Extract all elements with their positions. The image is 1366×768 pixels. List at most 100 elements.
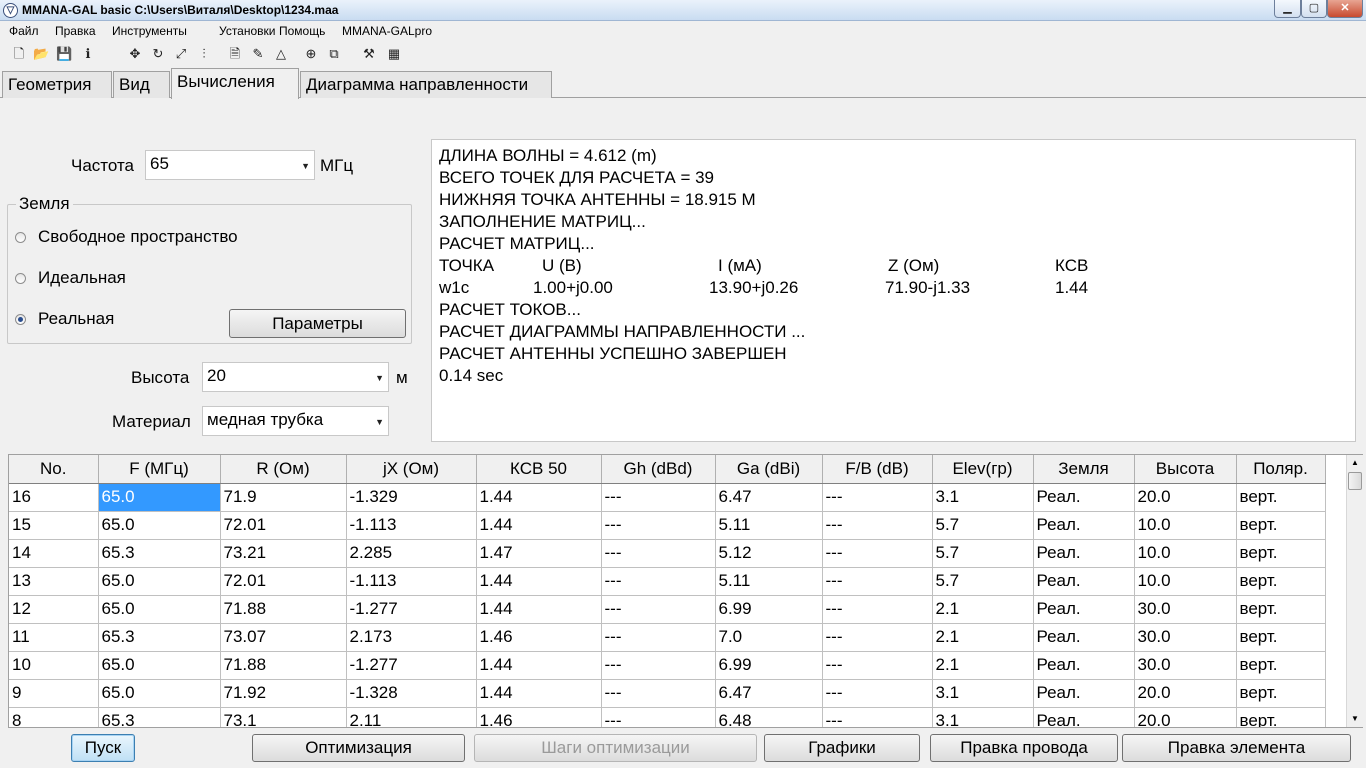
scroll-thumb[interactable] bbox=[1348, 472, 1362, 490]
table-cell[interactable]: 11 bbox=[9, 623, 99, 652]
rotate-icon[interactable]: ↻ bbox=[150, 46, 166, 62]
table-cell[interactable]: 71.92 bbox=[220, 679, 347, 708]
table-cell[interactable]: 10.0 bbox=[1134, 511, 1237, 540]
table-cell[interactable]: --- bbox=[822, 651, 933, 680]
table-cell[interactable]: 72.01 bbox=[220, 511, 347, 540]
start-button[interactable]: Пуск bbox=[71, 734, 135, 762]
table-cell[interactable]: 2.1 bbox=[932, 623, 1034, 652]
table-cell[interactable]: --- bbox=[601, 539, 716, 568]
table-cell[interactable]: 73.21 bbox=[220, 539, 347, 568]
table-cell[interactable]: --- bbox=[822, 539, 933, 568]
table-cell[interactable]: --- bbox=[601, 623, 716, 652]
table-cell[interactable]: 65.3 bbox=[98, 623, 221, 652]
table-cell[interactable]: 1.44 bbox=[476, 483, 602, 512]
column-header[interactable]: F/B (dB) bbox=[822, 455, 933, 484]
table-cell[interactable]: Реал. bbox=[1033, 651, 1135, 680]
table-cell[interactable]: 2.11 bbox=[346, 707, 477, 727]
table-cell[interactable]: --- bbox=[601, 595, 716, 624]
table-cell[interactable]: --- bbox=[601, 483, 716, 512]
maximize-button[interactable]: ▢ bbox=[1301, 0, 1327, 18]
column-header[interactable]: Gh (dBd) bbox=[601, 455, 716, 484]
optimization-steps-button[interactable]: Шаги оптимизации bbox=[474, 734, 757, 762]
table-cell[interactable]: 3.1 bbox=[932, 679, 1034, 708]
table-cell[interactable]: верт. bbox=[1236, 511, 1326, 540]
menu-file[interactable]: Файл bbox=[9, 24, 39, 38]
tab-view[interactable]: Вид bbox=[113, 71, 170, 98]
table-cell[interactable]: Реал. bbox=[1033, 595, 1135, 624]
height-combo[interactable]: 20 ▼ bbox=[202, 362, 389, 392]
table-cell[interactable]: --- bbox=[601, 651, 716, 680]
table-cell[interactable]: 15 bbox=[9, 511, 99, 540]
menu-edit[interactable]: Правка bbox=[55, 24, 96, 38]
parameters-button[interactable]: Параметры bbox=[229, 309, 406, 338]
triangle-icon[interactable]: △ bbox=[273, 46, 289, 62]
edit-wire-button[interactable]: Правка провода bbox=[930, 734, 1118, 762]
table-cell[interactable]: 1.44 bbox=[476, 679, 602, 708]
table-cell[interactable]: -1.277 bbox=[346, 595, 477, 624]
info-icon[interactable]: ℹ bbox=[80, 46, 96, 62]
table-cell[interactable]: верт. bbox=[1236, 483, 1326, 512]
tools-icon[interactable]: ⚒ bbox=[361, 46, 377, 62]
column-header[interactable]: Земля bbox=[1033, 455, 1135, 484]
table-cell[interactable]: --- bbox=[822, 595, 933, 624]
table-row[interactable]: 12 65.0 71.88 -1.277 1.44 --- 6.99 --- 2.1 Реал. 3… bbox=[9, 595, 1326, 624]
move-icon[interactable]: ✥ bbox=[127, 46, 143, 62]
table-cell[interactable]: 6.47 bbox=[715, 679, 823, 708]
column-header[interactable]: Elev(гр) bbox=[932, 455, 1034, 484]
table-cell[interactable]: Реал. bbox=[1033, 539, 1135, 568]
scale-icon[interactable]: ⤢ bbox=[173, 46, 189, 62]
column-header[interactable]: Поляр. bbox=[1236, 455, 1326, 484]
table-cell[interactable]: Реал. bbox=[1033, 567, 1135, 596]
table-cell[interactable]: Реал. bbox=[1033, 511, 1135, 540]
table-cell[interactable]: 5.12 bbox=[715, 539, 823, 568]
scroll-up-icon[interactable]: ▲ bbox=[1347, 455, 1363, 471]
table-cell[interactable]: 13 bbox=[9, 567, 99, 596]
table-cell[interactable]: --- bbox=[822, 511, 933, 540]
table-cell[interactable]: верт. bbox=[1236, 539, 1326, 568]
table-cell[interactable]: 7.0 bbox=[715, 623, 823, 652]
table-cell[interactable]: 10.0 bbox=[1134, 567, 1237, 596]
minimize-button[interactable]: ▁ bbox=[1274, 0, 1301, 18]
table-cell[interactable]: 9 bbox=[9, 679, 99, 708]
table-cell[interactable]: 71.88 bbox=[220, 595, 347, 624]
table-cell[interactable]: 72.01 bbox=[220, 567, 347, 596]
menu-tools[interactable]: Инструменты bbox=[112, 24, 187, 38]
column-header[interactable]: КСВ 50 bbox=[476, 455, 602, 484]
radio-real-label[interactable]: Реальная bbox=[38, 309, 114, 329]
table-cell[interactable]: 5.7 bbox=[932, 539, 1034, 568]
tab-calculation[interactable]: Вычисления bbox=[171, 68, 299, 99]
column-header[interactable]: Высота bbox=[1134, 455, 1237, 484]
optimize-button[interactable]: Оптимизация bbox=[252, 734, 465, 762]
table-cell[interactable]: -1.329 bbox=[346, 483, 477, 512]
scroll-down-icon[interactable]: ▼ bbox=[1347, 711, 1363, 727]
material-combo[interactable]: медная трубка ▼ bbox=[202, 406, 389, 436]
table-row[interactable]: 8 65.3 73.1 2.11 1.46 --- 6.48 --- 3.1 Реал. 20.0 в… bbox=[9, 707, 1326, 727]
table-cell[interactable]: 65.0 bbox=[98, 651, 221, 680]
table-cell[interactable]: 6.47 bbox=[715, 483, 823, 512]
column-header[interactable]: jX (Ом) bbox=[346, 455, 477, 484]
save-icon[interactable]: 💾 bbox=[56, 46, 72, 62]
table-cell[interactable]: 3.1 bbox=[932, 483, 1034, 512]
table-cell[interactable]: 5.11 bbox=[715, 511, 823, 540]
table-cell[interactable]: 12 bbox=[9, 595, 99, 624]
table-row[interactable]: 14 65.3 73.21 2.285 1.47 --- 5.12 --- 5.7 Реал. 10… bbox=[9, 539, 1326, 568]
table-cell[interactable]: 65.0 bbox=[98, 511, 221, 540]
table-cell[interactable]: верт. bbox=[1236, 623, 1326, 652]
table-cell[interactable]: верт. bbox=[1236, 651, 1326, 680]
table-cell[interactable]: --- bbox=[822, 567, 933, 596]
table-cell[interactable]: 1.44 bbox=[476, 567, 602, 596]
table-scrollbar[interactable]: ▲ ▼ bbox=[1346, 455, 1363, 727]
table-cell[interactable]: 71.88 bbox=[220, 651, 347, 680]
table-cell[interactable]: 30.0 bbox=[1134, 651, 1237, 680]
table-cell[interactable]: 73.1 bbox=[220, 707, 347, 727]
table-cell[interactable]: --- bbox=[822, 483, 933, 512]
table-cell[interactable]: 1.44 bbox=[476, 595, 602, 624]
radio-free-space[interactable] bbox=[15, 232, 26, 243]
table-row[interactable]: 9 65.0 71.92 -1.328 1.44 --- 6.47 --- 3.1 Реал. 20… bbox=[9, 679, 1326, 708]
table-cell[interactable]: 2.285 bbox=[346, 539, 477, 568]
table-cell[interactable]: 1.46 bbox=[476, 623, 602, 652]
radio-perfect-label[interactable]: Идеальная bbox=[38, 268, 126, 288]
table-cell[interactable]: 65.0 bbox=[98, 595, 221, 624]
table-cell[interactable]: Реал. bbox=[1033, 483, 1135, 512]
table-cell[interactable]: 65.3 bbox=[98, 707, 221, 727]
